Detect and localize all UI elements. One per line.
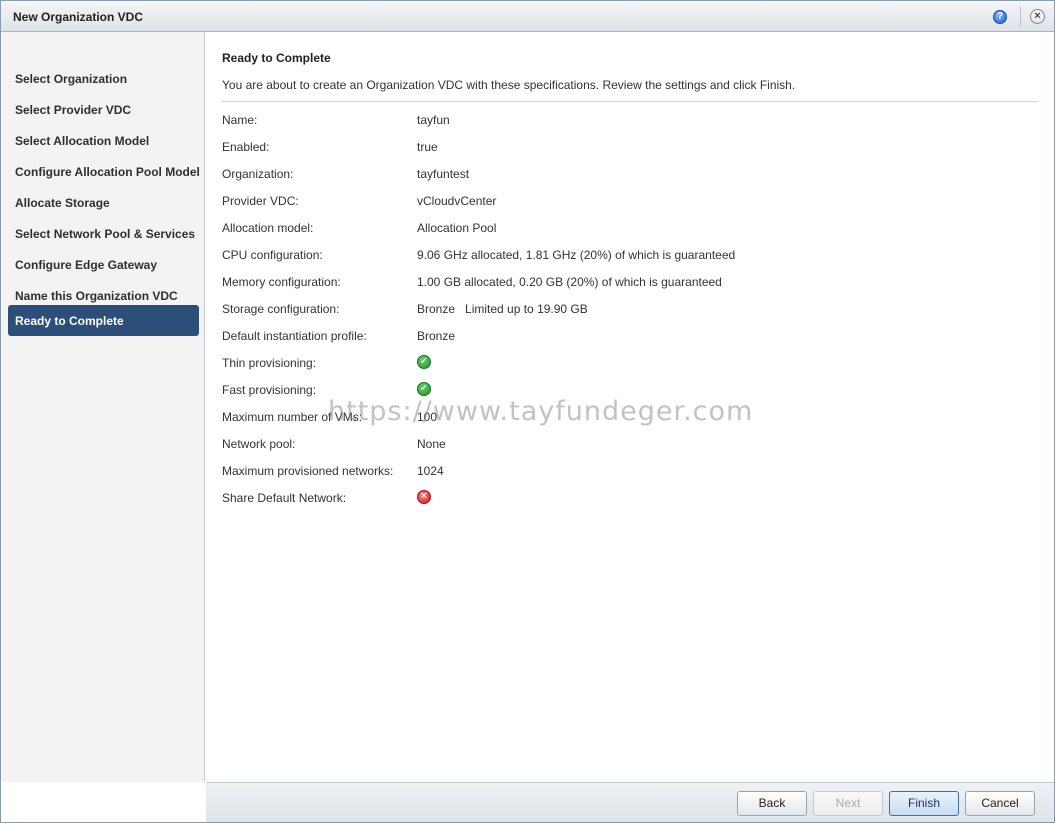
- spec-label: Default instantiation profile:: [222, 329, 367, 343]
- finish-button[interactable]: Finish: [889, 791, 959, 816]
- spec-row-storage-configuration: Storage configuration: Bronze Limited up…: [222, 302, 1022, 318]
- spec-label: Memory configuration:: [222, 275, 341, 289]
- spec-label: Organization:: [222, 167, 294, 181]
- spec-label: Allocation model:: [222, 221, 314, 235]
- divider: [222, 101, 1039, 102]
- spec-row-organization: Organization: tayfuntest: [222, 167, 1022, 183]
- spec-value: 1.00 GB allocated, 0.20 GB (20%) of whic…: [417, 275, 722, 289]
- step-ready-to-complete[interactable]: Ready to Complete: [8, 305, 199, 336]
- spec-row-provider-vdc: Provider VDC: vCloudvCenter: [222, 194, 1022, 210]
- spec-row-allocation-model: Allocation model: Allocation Pool: [222, 221, 1022, 237]
- spec-value: 1024: [417, 464, 444, 478]
- dialog-titlebar[interactable]: New Organization VDC ? ×: [1, 1, 1054, 32]
- spec-label: Network pool:: [222, 437, 296, 451]
- spec-label: Fast provisioning:: [222, 383, 317, 397]
- spec-value: 9.06 GHz allocated, 1.81 GHz (20%) of wh…: [417, 248, 736, 262]
- spec-label: Share Default Network:: [222, 491, 347, 505]
- spec-label: Provider VDC:: [222, 194, 299, 208]
- spec-value: Bronze: [417, 329, 456, 343]
- spec-value: true: [417, 140, 438, 154]
- page-title: Ready to Complete: [222, 51, 331, 65]
- spec-value: None: [417, 437, 446, 451]
- spec-label: Thin provisioning:: [222, 356, 317, 370]
- spec-value: tayfun: [417, 113, 450, 127]
- spec-row-network-pool: Network pool: None: [222, 437, 1022, 453]
- spec-row-default-instantiation-profile: Default instantiation profile: Bronze: [222, 329, 1022, 345]
- step-configure-edge-gateway[interactable]: Configure Edge Gateway: [8, 249, 199, 280]
- new-org-vdc-dialog: New Organization VDC ? × Select Organiza…: [0, 0, 1055, 823]
- cancel-button[interactable]: Cancel: [965, 791, 1035, 816]
- dialog-title: New Organization VDC: [13, 10, 144, 24]
- titlebar-divider: [1020, 7, 1021, 27]
- spec-value: vCloudvCenter: [417, 194, 497, 208]
- main-panel: Ready to Complete You are about to creat…: [206, 32, 1054, 782]
- spec-value: Allocation Pool: [417, 221, 497, 235]
- spec-row-enabled: Enabled: true: [222, 140, 1022, 156]
- spec-value: 100: [417, 410, 438, 424]
- step-allocate-storage[interactable]: Allocate Storage: [8, 187, 199, 218]
- wizard-footer: Back Next Finish Cancel: [206, 782, 1054, 822]
- spec-row-cpu-configuration: CPU configuration: 9.06 GHz allocated, 1…: [222, 248, 1022, 264]
- step-select-allocation-model[interactable]: Select Allocation Model: [8, 125, 199, 156]
- spec-label: Maximum provisioned networks:: [222, 464, 394, 478]
- spec-label: Maximum number of VMs:: [222, 410, 363, 424]
- spec-row-name: Name: tayfun: [222, 113, 1022, 129]
- spec-label: Storage configuration:: [222, 302, 340, 316]
- error-circle-icon: ✕: [417, 490, 431, 504]
- check-circle-icon: ✓: [417, 382, 431, 396]
- spec-value: Bronze Limited up to 19.90 GB: [417, 302, 588, 316]
- spec-label: Name:: [222, 113, 258, 127]
- spec-row-memory-configuration: Memory configuration: 1.00 GB allocated,…: [222, 275, 1022, 291]
- step-select-provider-vdc[interactable]: Select Provider VDC: [8, 94, 199, 125]
- wizard-steps-sidebar: Select Organization Select Provider VDC …: [1, 32, 205, 782]
- spec-row-max-vms: Maximum number of VMs: 100: [222, 410, 1022, 426]
- step-configure-allocation-pool-model[interactable]: Configure Allocation Pool Model: [8, 156, 200, 187]
- spec-label: CPU configuration:: [222, 248, 323, 262]
- spec-row-share-default-network: Share Default Network: ✕: [222, 490, 1022, 507]
- back-button[interactable]: Back: [737, 791, 807, 816]
- next-button[interactable]: Next: [813, 791, 883, 816]
- help-icon[interactable]: ?: [993, 10, 1007, 24]
- spec-row-fast-provisioning: Fast provisioning: ✓: [222, 382, 1022, 399]
- step-select-organization[interactable]: Select Organization: [8, 63, 199, 94]
- spec-row-thin-provisioning: Thin provisioning: ✓: [222, 355, 1022, 372]
- spec-value: tayfuntest: [417, 167, 470, 181]
- spec-row-max-provisioned-networks: Maximum provisioned networks: 1024: [222, 464, 1022, 480]
- spec-label: Enabled:: [222, 140, 270, 154]
- close-icon[interactable]: ×: [1030, 9, 1045, 24]
- intro-text: You are about to create an Organization …: [222, 78, 796, 92]
- step-select-network-pool-services[interactable]: Select Network Pool & Services: [8, 218, 199, 249]
- check-circle-icon: ✓: [417, 355, 431, 369]
